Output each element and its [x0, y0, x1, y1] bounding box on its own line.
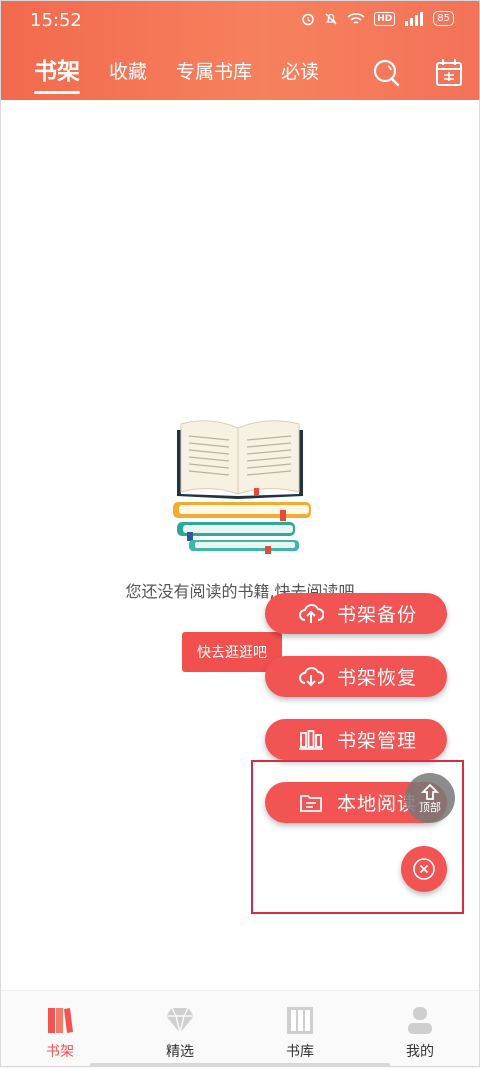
- hd-badge: HD: [374, 11, 396, 26]
- nav-bookshelf[interactable]: 书架: [0, 991, 120, 1068]
- bars-manage-icon: [297, 726, 325, 754]
- backup-bookshelf-label: 书架备份: [337, 604, 418, 626]
- annotation-highlight-box: [251, 760, 464, 914]
- nav-featured-label: 精选: [166, 1044, 194, 1060]
- cloud-download-icon: [297, 663, 325, 691]
- manage-bookshelf-label: 书架管理: [337, 730, 418, 752]
- restore-bookshelf-label: 书架恢复: [337, 667, 418, 689]
- diamond-icon: [163, 1003, 197, 1037]
- nav-profile[interactable]: 我的: [360, 991, 480, 1068]
- battery-indicator: 85: [433, 11, 454, 26]
- wifi-icon: [347, 12, 365, 24]
- alarm-icon: [302, 13, 314, 25]
- signal-icon: [405, 11, 424, 26]
- profile-icon: [403, 1003, 437, 1037]
- bottom-navigation: 书架 精选 书库 我的: [0, 990, 480, 1068]
- nav-profile-label: 我的: [406, 1044, 434, 1060]
- calendar-sign-in-icon: [436, 59, 462, 86]
- restore-bookshelf-button[interactable]: 书架恢复: [265, 656, 447, 697]
- mute-icon: [325, 13, 337, 24]
- tab-exclusive-library[interactable]: 专属书库: [176, 58, 252, 86]
- tab-bookshelf[interactable]: 书架: [34, 58, 80, 94]
- backup-bookshelf-button[interactable]: 书架备份: [265, 593, 447, 634]
- bookshelf-icon: [43, 1003, 77, 1037]
- manage-bookshelf-button[interactable]: 书架管理: [265, 719, 447, 760]
- status-icons: HD 85: [301, 11, 454, 26]
- library-icon: [283, 1003, 317, 1037]
- nav-featured[interactable]: 精选: [120, 991, 240, 1068]
- cloud-upload-icon: [297, 600, 325, 628]
- tab-must-read[interactable]: 必读: [281, 58, 319, 86]
- nav-bookshelf-label: 书架: [46, 1044, 74, 1060]
- search-button[interactable]: [372, 58, 402, 92]
- app-header: 15:52 HD 85 书架 收藏 专属书库 必读: [0, 0, 480, 100]
- nav-library-label: 书库: [286, 1044, 314, 1060]
- tab-favorites[interactable]: 收藏: [109, 58, 147, 86]
- status-bar: 15:52 HD 85: [0, 0, 480, 40]
- nav-library[interactable]: 书库: [240, 991, 360, 1068]
- sign-in-button[interactable]: [435, 58, 463, 92]
- empty-bookshelf-illustration: [165, 410, 315, 564]
- search-icon: [373, 59, 400, 87]
- header-tabs: 书架 收藏 专属书库 必读: [34, 58, 348, 94]
- home-indicator: [90, 1063, 390, 1066]
- status-time: 15:52: [30, 10, 82, 31]
